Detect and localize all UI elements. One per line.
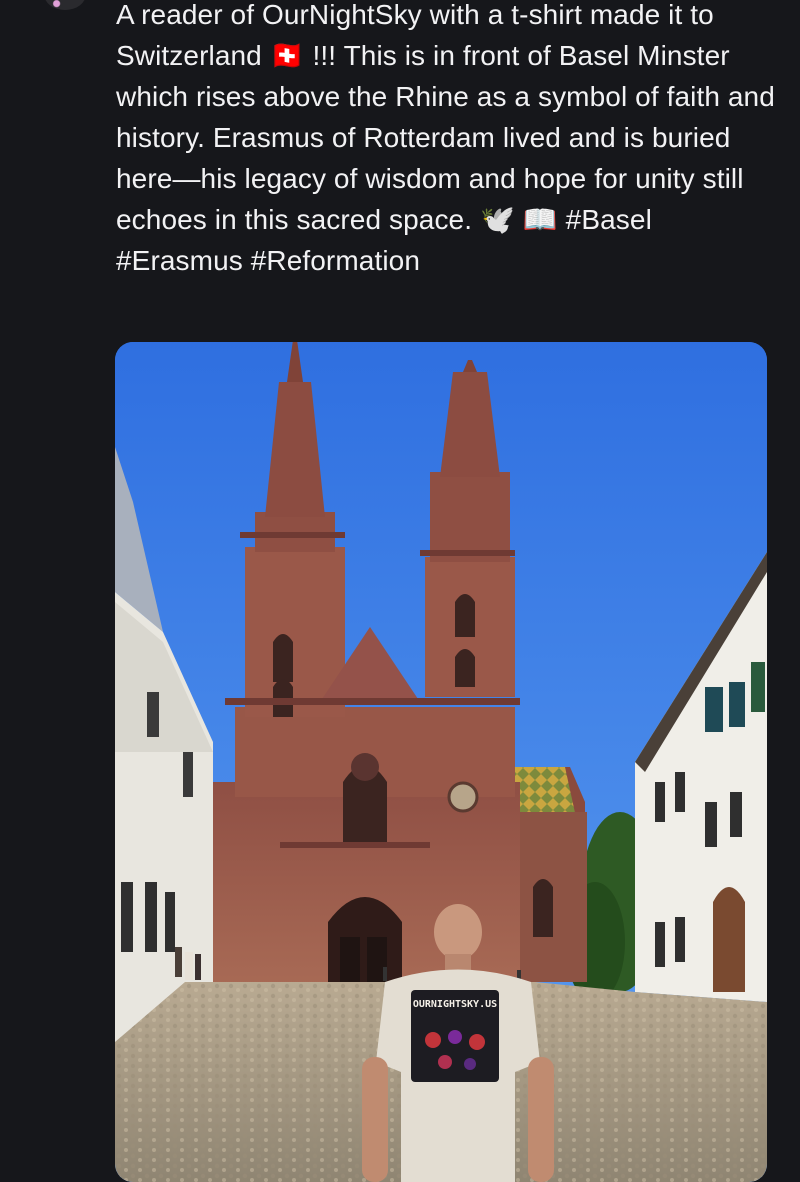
post-photo[interactable]: OURNIGHTSKY.US [115,342,767,1182]
post-text: A reader of OurNightSky with a t-shirt m… [116,0,783,276]
author-avatar[interactable] [44,0,86,10]
tshirt-logo-text: OURNIGHTSKY.US [413,999,497,1010]
